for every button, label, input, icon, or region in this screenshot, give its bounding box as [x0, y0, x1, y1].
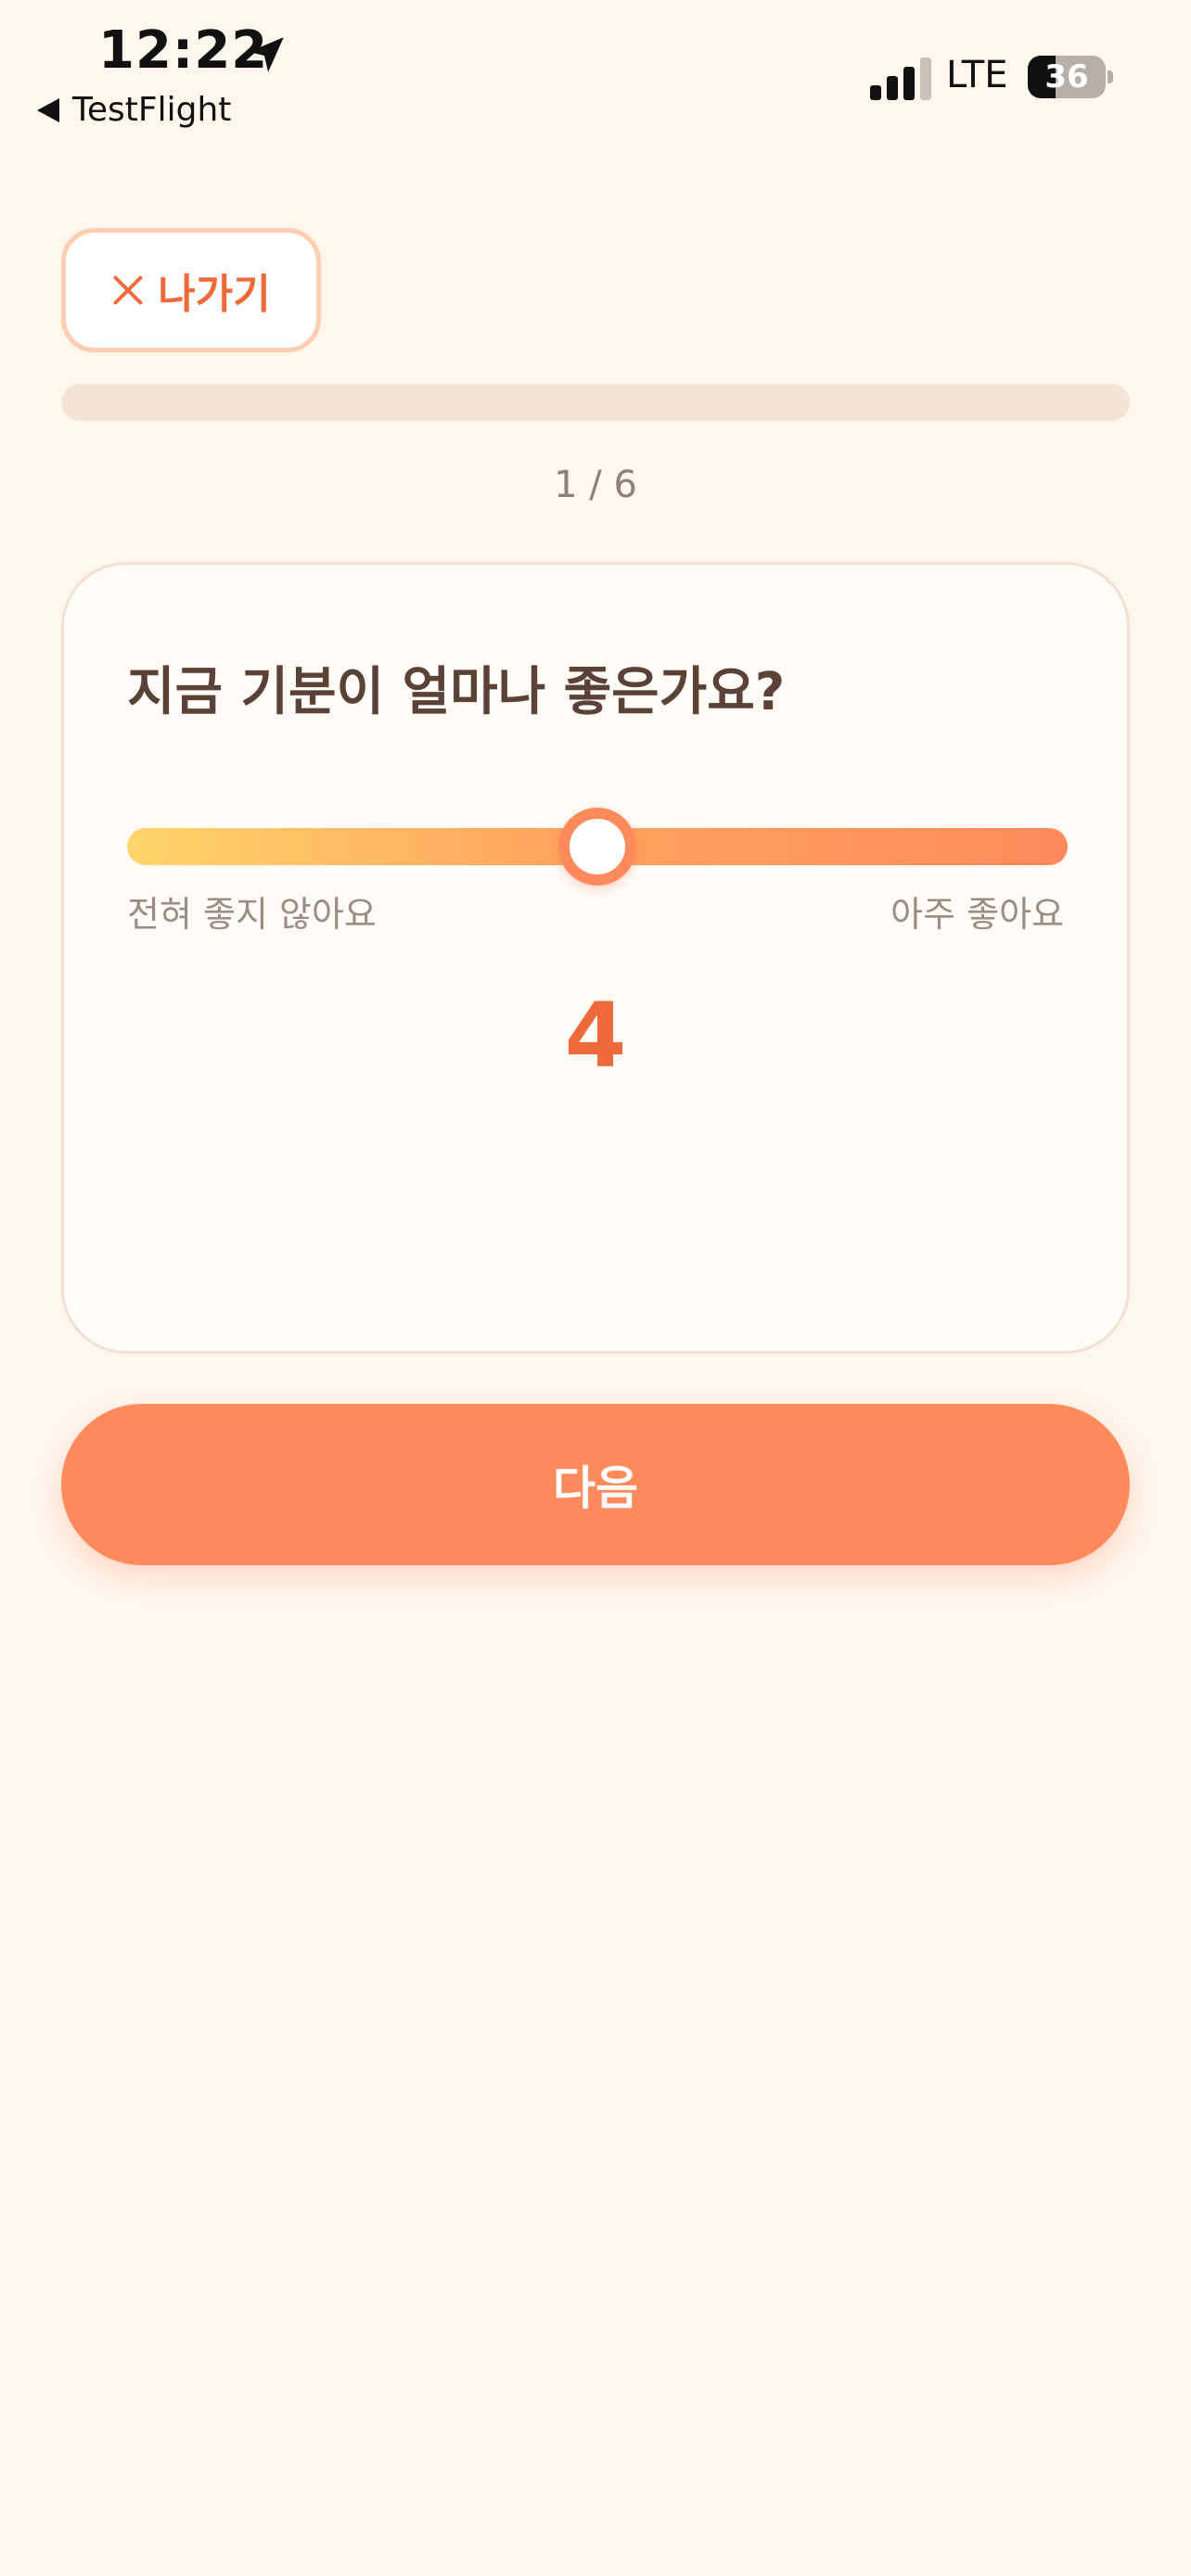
exit-button[interactable]: 나가기: [61, 228, 321, 352]
location-arrow-icon: [249, 37, 284, 72]
back-app-label: TestFlight: [72, 91, 232, 129]
slider-max-label: 아주 좋아요: [890, 894, 1064, 935]
cellular-signal-icon: [870, 57, 931, 100]
slider-thumb[interactable]: [558, 808, 636, 886]
step-counter: 1 / 6: [554, 464, 637, 506]
back-to-app-link[interactable]: TestFlight: [37, 91, 231, 129]
battery-icon: 36: [1028, 56, 1106, 98]
back-triangle-icon: [37, 97, 59, 122]
question-card: 지금 기분이 얼마나 좋은가요? 전혀 좋지 않아요 아주 좋아요 4: [61, 562, 1130, 1354]
question-title: 지금 기분이 얼마나 좋은가요?: [127, 662, 786, 722]
progress-bar: [61, 384, 1130, 421]
battery-cap: [1108, 70, 1113, 83]
mood-slider[interactable]: [127, 808, 1068, 886]
exit-label: 나가기: [158, 271, 271, 318]
slider-min-label: 전혀 좋지 않아요: [127, 894, 377, 935]
battery-percent: 36: [1044, 58, 1089, 96]
network-type: LTE: [946, 54, 1008, 96]
slider-value: 4: [564, 984, 627, 1088]
status-bar: 12:22 TestFlight LTE 36: [0, 0, 1191, 139]
close-icon: [113, 275, 143, 305]
next-button[interactable]: 다음: [61, 1404, 1130, 1565]
